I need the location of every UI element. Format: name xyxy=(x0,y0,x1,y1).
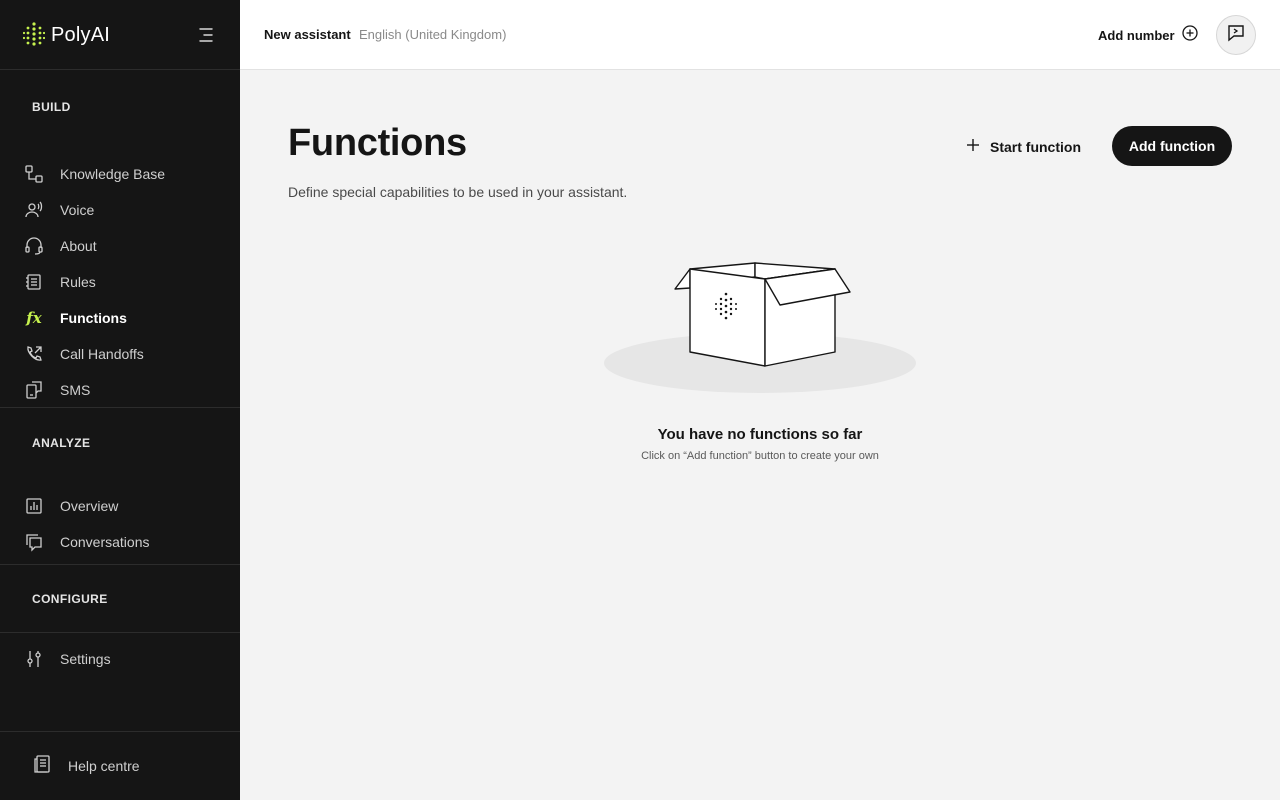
sidebar-item-label: SMS xyxy=(60,382,91,398)
add-number-button[interactable]: Add number xyxy=(1098,24,1199,46)
assistant-name[interactable]: New assistant xyxy=(264,27,351,42)
sidebar-item-sms[interactable]: SMS xyxy=(0,372,240,408)
sidebar-toggle-icon[interactable] xyxy=(196,26,216,44)
start-function-button[interactable]: Start function xyxy=(966,136,1081,158)
build-section: BUILD Knowledge Base Voice About Rules f… xyxy=(0,70,240,408)
sms-icon xyxy=(24,380,44,400)
sidebar-item-label: Rules xyxy=(60,274,96,290)
sidebar-item-label: About xyxy=(60,238,97,254)
section-title-configure: CONFIGURE xyxy=(32,592,108,606)
configure-section: CONFIGURE xyxy=(0,565,240,633)
section-title-build: BUILD xyxy=(32,100,71,114)
section-title-analyze: ANALYZE xyxy=(32,436,91,450)
sidebar-item-label: Conversations xyxy=(60,534,150,550)
polyai-logo-icon xyxy=(23,22,45,46)
sidebar-item-label: Call Handoffs xyxy=(60,346,144,362)
polyai-logo[interactable]: PolyAI xyxy=(23,22,110,48)
page-description: Define special capabilities to be used i… xyxy=(288,184,628,200)
sidebar-item-label: Overview xyxy=(60,498,119,514)
empty-state-title: You have no functions so far xyxy=(657,426,863,443)
plus-icon xyxy=(966,138,980,157)
assistant-language: English (United Kingdom) xyxy=(359,27,507,42)
add-function-button[interactable]: Add function xyxy=(1112,126,1232,166)
empty-state-subtitle: Click on “Add function” button to create… xyxy=(641,450,879,462)
sidebar-item-conversations[interactable]: Conversations xyxy=(0,524,240,560)
top-bar: New assistant English (United Kingdom) A… xyxy=(240,0,1280,70)
start-function-label: Start function xyxy=(990,139,1081,155)
knowledge-base-icon xyxy=(24,164,44,184)
page-title: Functions xyxy=(288,122,467,164)
sidebar-item-knowledge-base[interactable]: Knowledge Base xyxy=(0,156,240,192)
sidebar-item-call-handoffs[interactable]: Call Handoffs xyxy=(0,336,240,372)
chat-button[interactable] xyxy=(1216,15,1256,55)
help-centre-label: Help centre xyxy=(68,758,140,774)
voice-icon xyxy=(24,200,44,220)
conversations-icon xyxy=(24,532,44,552)
sidebar-item-overview[interactable]: Overview xyxy=(0,488,240,524)
call-handoff-icon xyxy=(24,344,44,364)
logo-text: PolyAI xyxy=(51,23,111,46)
logo-row: PolyAI xyxy=(0,0,240,70)
rules-icon xyxy=(24,272,44,292)
plus-circle-icon xyxy=(1181,24,1199,47)
sidebar-item-rules[interactable]: Rules xyxy=(0,264,240,300)
sliders-icon xyxy=(24,649,44,669)
empty-box-illustration xyxy=(600,255,920,400)
sidebar-item-about[interactable]: About xyxy=(0,228,240,264)
sidebar-item-functions[interactable]: fx Functions xyxy=(0,300,240,336)
sidebar-item-label: Settings xyxy=(60,651,111,667)
sidebar-item-voice[interactable]: Voice xyxy=(0,192,240,228)
analyze-section: ANALYZE Overview Conversations xyxy=(0,408,240,565)
book-icon xyxy=(32,754,52,779)
sidebar-item-label: Functions xyxy=(60,310,127,326)
headset-icon xyxy=(24,236,44,256)
add-number-label: Add number xyxy=(1098,27,1175,43)
chart-icon xyxy=(24,496,44,516)
sidebar-item-settings[interactable]: Settings xyxy=(0,641,240,677)
sidebar-item-label: Knowledge Base xyxy=(60,166,166,182)
chat-icon xyxy=(1227,24,1245,47)
help-centre-link[interactable]: Help centre xyxy=(0,731,240,800)
function-icon: fx xyxy=(26,309,42,327)
sidebar: PolyAI BUILD Knowledge Base Voice About … xyxy=(0,0,240,800)
sidebar-item-label: Voice xyxy=(60,202,95,218)
